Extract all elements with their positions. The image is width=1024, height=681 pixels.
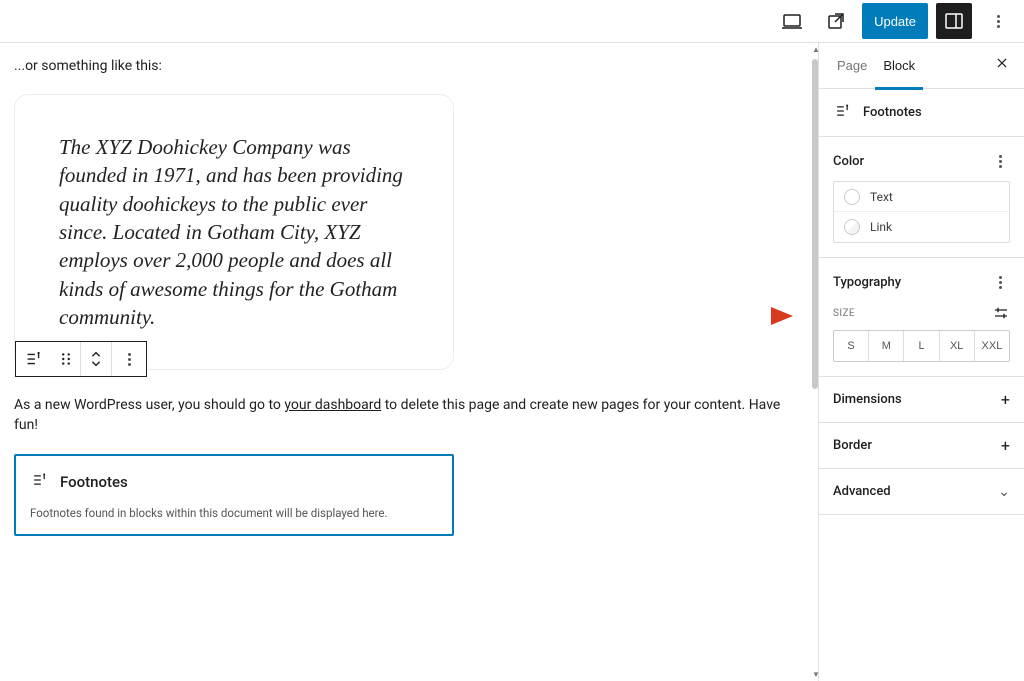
swatch-link (844, 219, 860, 235)
color-text-row[interactable]: Text (834, 182, 1009, 212)
color-link-row[interactable]: Link (834, 212, 1009, 242)
quote-text[interactable]: The XYZ Doohickey Company was founded in… (59, 133, 409, 331)
plus-icon: + (1001, 436, 1010, 455)
size-l[interactable]: L (904, 331, 939, 361)
block-type-button[interactable] (16, 342, 52, 376)
size-label: SIZE (833, 308, 855, 319)
footnotes-icon (30, 470, 50, 494)
footnotes-placeholder-text: Footnotes found in blocks within this do… (30, 506, 438, 520)
color-text-label: Text (870, 190, 893, 204)
drag-handle-icon[interactable] (52, 342, 80, 376)
scrollbar-thumb[interactable] (812, 59, 818, 389)
size-xl[interactable]: XL (940, 331, 975, 361)
color-options-button[interactable] (990, 151, 1010, 171)
kebab-icon (986, 15, 1010, 28)
panel-dimensions[interactable]: Dimensions + (819, 377, 1024, 423)
sidebar-scrollbar[interactable]: ▲ ▼ (811, 43, 819, 681)
tab-block[interactable]: Block (875, 43, 923, 89)
close-sidebar-button[interactable] (990, 54, 1014, 78)
panel-title-dimensions: Dimensions (833, 392, 902, 407)
panel-advanced[interactable]: Advanced ⌄ (819, 469, 1024, 515)
kebab-icon (117, 353, 141, 366)
tab-page[interactable]: Page (829, 43, 875, 89)
panel-border[interactable]: Border + (819, 423, 1024, 469)
panel-title-border: Border (833, 438, 872, 453)
typography-options-button[interactable] (990, 272, 1010, 292)
chevron-down-icon: ⌄ (998, 484, 1010, 500)
block-identity-row[interactable]: Footnotes (819, 89, 1024, 137)
footnotes-block[interactable]: Footnotes Footnotes found in blocks with… (14, 454, 454, 536)
panel-title-typography: Typography (833, 275, 901, 290)
kebab-icon (990, 155, 1010, 168)
plus-icon: + (1001, 390, 1010, 409)
font-size-segmented: S M L XL XXL (833, 330, 1010, 362)
quote-block[interactable]: The XYZ Doohickey Company was founded in… (14, 94, 454, 370)
body-text-before: As a new WordPress user, you should go t… (14, 397, 284, 413)
swatch-text (844, 189, 860, 205)
panel-title-color: Color (833, 154, 864, 169)
options-menu-button[interactable] (980, 3, 1016, 39)
annotation-arrow-icon (725, 304, 795, 328)
panel-color: Color Text Link (819, 137, 1024, 258)
size-m[interactable]: M (869, 331, 904, 361)
size-xxl[interactable]: XXL (975, 331, 1009, 361)
dashboard-link[interactable]: your dashboard (284, 397, 381, 413)
settings-sidebar-toggle[interactable] (936, 3, 972, 39)
color-link-label: Link (870, 220, 892, 234)
update-button[interactable]: Update (862, 3, 928, 39)
footnotes-icon (833, 101, 853, 125)
paragraph-intro[interactable]: ...or something like this: (14, 58, 796, 74)
view-icon[interactable] (774, 3, 810, 39)
settings-sidebar: ▲ ▼ Page Block Footnotes Color Text (818, 43, 1024, 681)
external-link-icon[interactable] (818, 3, 854, 39)
sidebar-tabs: Page Block (819, 43, 1024, 89)
paragraph-body[interactable]: As a new WordPress user, you should go t… (14, 396, 796, 435)
kebab-icon (990, 276, 1010, 289)
size-custom-button[interactable] (992, 304, 1010, 322)
panel-typography: Typography SIZE S M L XL XXL (819, 258, 1024, 377)
editor-topbar: Update (0, 0, 1024, 43)
block-options-button[interactable] (112, 342, 146, 376)
block-name-label: Footnotes (863, 105, 922, 120)
block-toolbar (15, 341, 147, 377)
move-up-down-button[interactable] (81, 342, 111, 376)
footnotes-title: Footnotes (60, 473, 128, 491)
size-s[interactable]: S (834, 331, 869, 361)
panel-title-advanced: Advanced (833, 484, 891, 499)
